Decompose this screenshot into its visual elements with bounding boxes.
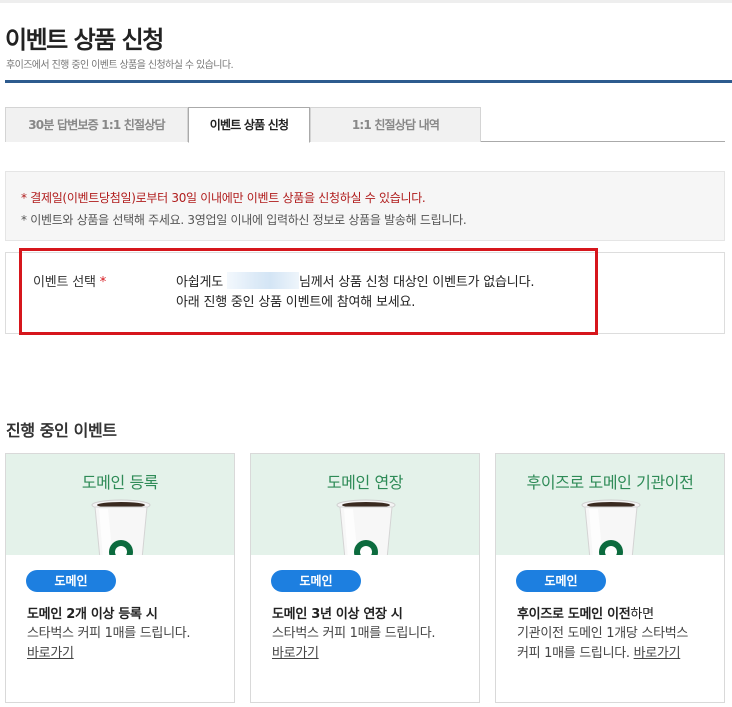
category-badge: 도메인 bbox=[26, 570, 116, 592]
message-prefix: 아쉽게도 bbox=[176, 275, 224, 290]
go-link[interactable]: 바로가기 bbox=[272, 646, 319, 661]
card-heading: 도메인 2개 이상 등록 시 bbox=[27, 607, 158, 622]
notice-box: * 결제일(이벤트당첨일)로부터 30일 이내에만 이벤트 상품을 신청하실 수… bbox=[5, 171, 725, 241]
page-title: 이벤트 상품 신청 bbox=[5, 26, 164, 54]
card-heading: 후이즈로 도메인 이전하면 bbox=[517, 603, 654, 622]
card-banner: 도메인 연장 bbox=[251, 454, 479, 555]
coffee-cup-icon bbox=[91, 499, 151, 555]
tab-consultation-history[interactable]: 1:1 친절상담 내역 bbox=[310, 107, 481, 142]
event-select-label-text: 이벤트 선택 bbox=[33, 275, 96, 290]
card-title: 후이즈로 도메인 기관이전 bbox=[526, 473, 694, 492]
card-desc-line: 스타벅스 커피 1매를 드립니다. bbox=[27, 626, 191, 641]
notice-line-deadline: * 결제일(이벤트당첨일)로부터 30일 이내에만 이벤트 상품을 신청하실 수… bbox=[21, 191, 426, 205]
card-desc-line: 커피 1매를 드립니다. bbox=[517, 646, 630, 661]
card-heading-bold: 후이즈로 도메인 이전 bbox=[517, 607, 631, 622]
tab-bar: 30분 답변보증 1:1 친절상담 이벤트 상품 신청 1:1 친절상담 내역 bbox=[5, 107, 725, 143]
card-heading: 도메인 3년 이상 연장 시 bbox=[272, 607, 403, 622]
top-border bbox=[0, 0, 732, 3]
no-event-message: 아쉽게도 님께서 상품 신청 대상인 이벤트가 없습니다. 아래 진행 중인 상… bbox=[176, 272, 534, 313]
event-card-domain-register: 도메인 등록 도메인 도메인 2개 이상 등록 시 스타벅스 커피 1매를 드립… bbox=[5, 453, 235, 703]
message-line2: 아래 진행 중인 상품 이벤트에 참여해 보세요. bbox=[176, 295, 416, 310]
card-banner: 후이즈로 도메인 기관이전 bbox=[496, 454, 724, 555]
category-badge: 도메인 bbox=[516, 570, 606, 592]
coffee-cup-icon bbox=[581, 499, 641, 555]
event-card-domain-transfer: 후이즈로 도메인 기관이전 도메인 후이즈로 도메인 이전하면 기관이전 도메인… bbox=[495, 453, 725, 703]
card-title: 도메인 연장 bbox=[326, 473, 404, 492]
tab-consultation[interactable]: 30분 답변보증 1:1 친절상담 bbox=[5, 107, 188, 142]
title-divider bbox=[5, 80, 732, 83]
coffee-cup-icon bbox=[336, 499, 396, 555]
event-select-label: 이벤트 선택 * bbox=[33, 271, 106, 290]
card-desc-line: 스타벅스 커피 1매를 드립니다. bbox=[272, 626, 436, 641]
card-heading-normal: 하면 bbox=[630, 607, 654, 622]
event-card-domain-renew: 도메인 연장 도메인 도메인 3년 이상 연장 시 스타벅스 커피 1매를 드립… bbox=[250, 453, 480, 703]
message-suffix: 님께서 상품 신청 대상인 이벤트가 없습니다. bbox=[298, 275, 535, 290]
masked-username bbox=[226, 272, 299, 289]
card-description: 스타벅스 커피 1매를 드립니다. 바로가기 bbox=[272, 624, 472, 664]
required-mark: * bbox=[99, 275, 107, 290]
card-description: 스타벅스 커피 1매를 드립니다. 바로가기 bbox=[27, 624, 227, 664]
card-description: 기관이전 도메인 1개당 스타벅스 커피 1매를 드립니다. 바로가기 bbox=[517, 624, 717, 664]
card-desc-line: 기관이전 도메인 1개당 스타벅스 bbox=[517, 626, 689, 641]
notice-line-shipping: * 이벤트와 상품을 선택해 주세요. 3영업일 이내에 입력하신 정보로 상품… bbox=[21, 213, 467, 227]
page-subtitle: 후이즈에서 진행 중인 이벤트 상품을 신청하실 수 있습니다. bbox=[6, 60, 234, 71]
category-badge: 도메인 bbox=[271, 570, 361, 592]
card-title: 도메인 등록 bbox=[81, 473, 159, 492]
tab-event-application[interactable]: 이벤트 상품 신청 bbox=[188, 107, 310, 143]
ongoing-events-title: 진행 중인 이벤트 bbox=[6, 421, 117, 440]
go-link[interactable]: 바로가기 bbox=[634, 646, 681, 661]
card-banner: 도메인 등록 bbox=[6, 454, 234, 555]
go-link[interactable]: 바로가기 bbox=[27, 646, 74, 661]
